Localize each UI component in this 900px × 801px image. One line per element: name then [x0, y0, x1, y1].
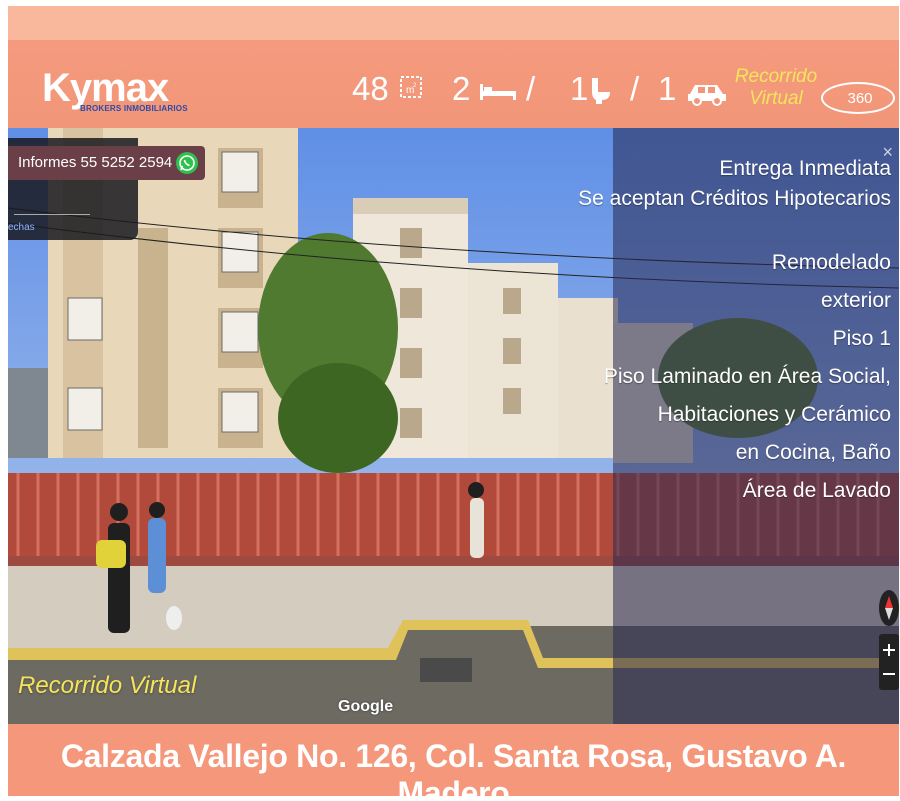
virtual-tour-link[interactable]: Recorrido Virtual: [734, 66, 818, 110]
dates-link[interactable]: echas: [8, 222, 35, 233]
property-address: Calzada Vallejo No. 126, Col. Santa Rosa…: [60, 738, 847, 796]
logo-wordmark: Kymax: [42, 66, 169, 110]
bedrooms-value: 2: [452, 70, 471, 107]
m2-icon: m2: [398, 74, 426, 107]
kymax-logo[interactable]: Kymax BROKERS INMOBILIARIOS: [42, 66, 188, 113]
top-strip: [8, 6, 899, 40]
feature-line: exterior: [820, 289, 891, 312]
street-view-photo[interactable]: echas Informes 55 5252 2594 × Entrega In…: [8, 128, 899, 724]
toilet-icon: [590, 76, 612, 111]
virtual-tour-label-line1: Recorrido: [734, 66, 818, 87]
logo-tagline: BROKERS INMOBILIARIOS: [80, 104, 188, 113]
google-watermark: Google: [338, 698, 394, 715]
feature-line: en Cocina, Baño: [735, 441, 891, 464]
tour-360-label: 360: [847, 90, 873, 107]
area-value: 48: [352, 70, 389, 107]
header-bar: Kymax BROKERS INMOBILIARIOS 48 m2 2 / 1 …: [8, 40, 899, 128]
features-panel: × Entrega Inmediata Se aceptan Créditos …: [578, 128, 899, 724]
feature-line: Piso 1: [832, 327, 891, 350]
whatsapp-icon[interactable]: [176, 152, 198, 174]
bed-icon: [478, 82, 518, 107]
compass-icon[interactable]: [879, 590, 899, 631]
address-bar: Calzada Vallejo No. 126, Col. Santa Rosa…: [8, 724, 899, 796]
car-icon: [686, 80, 728, 111]
contact-badge[interactable]: Informes 55 5252 2594: [8, 146, 205, 180]
listing-card: Kymax BROKERS INMOBILIARIOS 48 m2 2 / 1 …: [8, 6, 899, 796]
separator: /: [526, 70, 536, 107]
contact-label: Informes 55 5252 2594: [18, 154, 173, 171]
virtual-tour-label-line2: Virtual: [749, 88, 803, 109]
tour-360-button[interactable]: 360: [821, 82, 895, 114]
parking-value: 1: [658, 70, 677, 107]
feature-line: Entrega Inmediata: [719, 157, 891, 180]
divider: [14, 214, 90, 215]
feature-line: Remodelado: [771, 251, 891, 274]
virtual-tour-overlay[interactable]: Recorrido Virtual: [18, 672, 196, 700]
feature-line: Se aceptan Créditos Hipotecarios: [578, 187, 891, 210]
zoom-controls[interactable]: [879, 634, 899, 695]
bathrooms-value: 1: [570, 70, 589, 107]
feature-line: Habitaciones y Cerámico: [657, 403, 891, 426]
feature-line: Piso Laminado en Área Social,: [603, 365, 891, 388]
feature-line: Área de Lavado: [742, 479, 891, 502]
svg-text:2: 2: [413, 83, 417, 89]
separator: /: [630, 70, 640, 107]
